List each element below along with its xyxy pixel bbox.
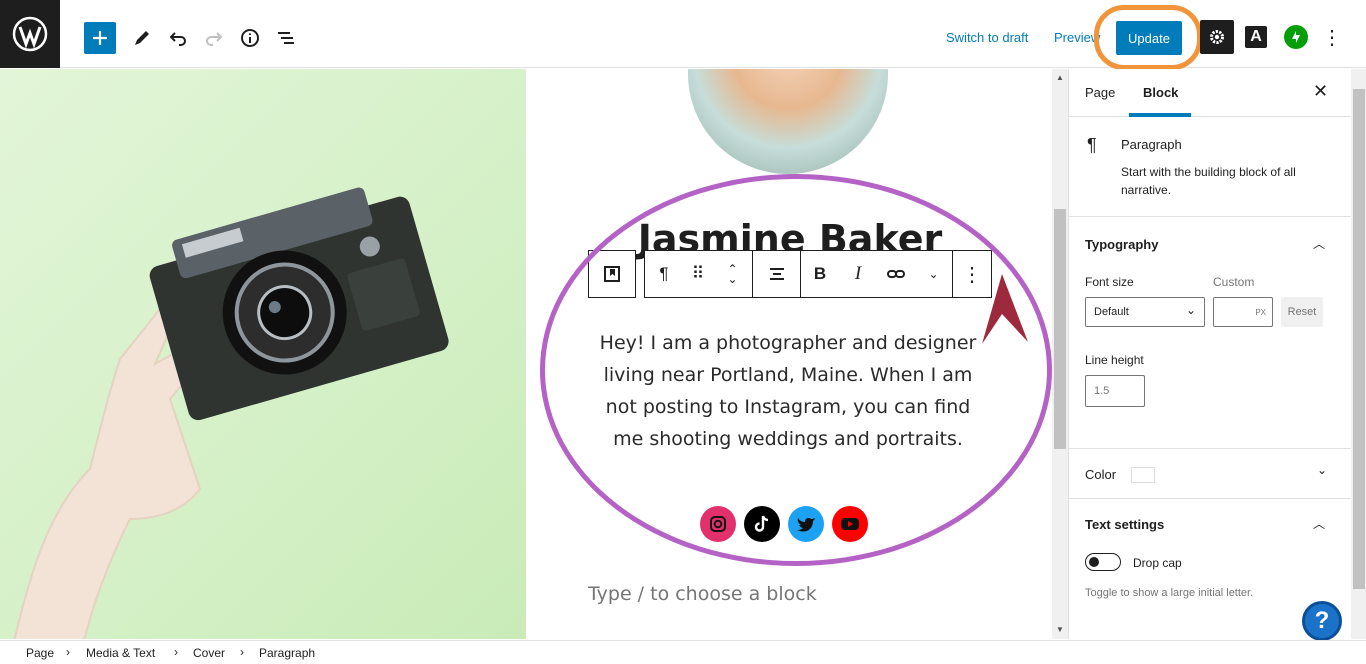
- settings-sidebar: Page Block ✕ ¶ Paragraph Start with the …: [1068, 69, 1366, 639]
- styles-button[interactable]: A: [1245, 26, 1267, 48]
- paragraph-icon: ¶: [1087, 135, 1097, 155]
- custom-font-size-input[interactable]: PX: [1213, 297, 1273, 327]
- profile-avatar-image: [688, 69, 888, 174]
- unit-label: PX: [1255, 307, 1266, 317]
- breadcrumb: Page › Media & Text › Cover › Paragraph: [0, 640, 1366, 664]
- chevron-right-icon: ›: [66, 645, 70, 659]
- color-swatch[interactable]: [1131, 467, 1155, 483]
- close-icon[interactable]: ✕: [1313, 81, 1328, 102]
- line-height-placeholder: 1.5: [1094, 385, 1110, 397]
- font-size-value: Default: [1094, 306, 1129, 318]
- camera-photo-image: [0, 69, 526, 639]
- paragraph-highlight-annotation: [540, 174, 1052, 566]
- text-settings-title[interactable]: Text settings: [1085, 517, 1164, 532]
- more-options-icon[interactable]: ⋮: [1322, 27, 1342, 49]
- tab-block[interactable]: Block: [1143, 85, 1178, 100]
- sidebar-scrollbar[interactable]: [1351, 69, 1366, 639]
- drop-cap-toggle[interactable]: [1085, 553, 1121, 571]
- scrollbar-thumb[interactable]: [1054, 209, 1066, 449]
- chevron-up-icon[interactable]: ︿: [1313, 235, 1325, 252]
- update-highlight-annotation: [1094, 5, 1202, 70]
- help-button[interactable]: ?: [1302, 601, 1342, 641]
- canvas-scrollbar[interactable]: ▲ ▼: [1052, 69, 1068, 639]
- pencil-icon: [135, 31, 149, 45]
- info-icon: [241, 29, 259, 47]
- add-block-button[interactable]: [84, 22, 116, 54]
- block-card-title: Paragraph: [1121, 137, 1182, 152]
- chevron-down-icon: ⌄: [1185, 303, 1196, 317]
- breadcrumb-cover[interactable]: Cover: [193, 646, 225, 660]
- sidebar-scrollbar-thumb[interactable]: [1353, 89, 1365, 589]
- font-size-label: Font size: [1085, 275, 1134, 289]
- chevron-right-icon: ›: [174, 645, 178, 659]
- typography-title[interactable]: Typography: [1085, 237, 1158, 252]
- edit-tools-button[interactable]: [126, 22, 158, 54]
- editor-canvas: Jasmine Baker ¶ ⠿ ⌃ ⌄ B I ⌄ ⋮ Hey! I am a…: [0, 69, 1052, 639]
- color-label: Color: [1085, 467, 1117, 482]
- undo-icon: [169, 32, 186, 46]
- line-height-label: Line height: [1085, 353, 1144, 367]
- color-panel[interactable]: Color ⌄: [1069, 449, 1366, 499]
- breadcrumb-page[interactable]: Page: [26, 646, 54, 660]
- scroll-down-icon[interactable]: ▼: [1056, 625, 1064, 634]
- jetpack-icon[interactable]: [1284, 25, 1308, 49]
- gear-icon: [1210, 30, 1224, 44]
- reset-button[interactable]: Reset: [1281, 297, 1323, 327]
- typography-panel: Typography ︿ Font size Custom Default ⌄ …: [1069, 217, 1366, 449]
- breadcrumb-paragraph[interactable]: Paragraph: [259, 646, 315, 660]
- switch-to-draft-button[interactable]: Switch to draft: [946, 30, 1028, 45]
- wordpress-logo-icon[interactable]: [0, 0, 60, 68]
- details-button[interactable]: [234, 22, 266, 54]
- custom-size-label: Custom: [1213, 275, 1255, 289]
- redo-icon: [206, 32, 223, 46]
- redo-button[interactable]: [198, 22, 230, 54]
- block-appender-placeholder[interactable]: Type / to choose a block: [588, 583, 817, 605]
- settings-button[interactable]: [1200, 20, 1234, 54]
- breadcrumb-media-text[interactable]: Media & Text: [86, 646, 155, 660]
- block-card-description: Start with the building block of all nar…: [1121, 165, 1296, 197]
- undo-button[interactable]: [162, 22, 194, 54]
- scroll-up-icon[interactable]: ▲: [1056, 73, 1064, 82]
- drop-cap-label: Drop cap: [1133, 556, 1182, 570]
- drop-cap-help: Toggle to show a large initial letter.: [1085, 587, 1254, 599]
- list-view-button[interactable]: [270, 22, 302, 54]
- chevron-down-icon[interactable]: ⌄: [1317, 463, 1327, 477]
- line-height-input[interactable]: 1.5: [1085, 375, 1145, 407]
- chevron-up-icon[interactable]: ︿: [1313, 515, 1325, 532]
- editor-header: Switch to draft Preview Update A ⋮: [0, 0, 1366, 70]
- block-card: ¶ Paragraph Start with the building bloc…: [1069, 117, 1366, 217]
- chevron-right-icon: ›: [240, 645, 244, 659]
- font-size-select[interactable]: Default ⌄: [1085, 297, 1205, 327]
- sidebar-tabs: Page Block ✕: [1069, 69, 1366, 117]
- list-view-icon: [278, 32, 294, 44]
- tab-page[interactable]: Page: [1085, 85, 1115, 100]
